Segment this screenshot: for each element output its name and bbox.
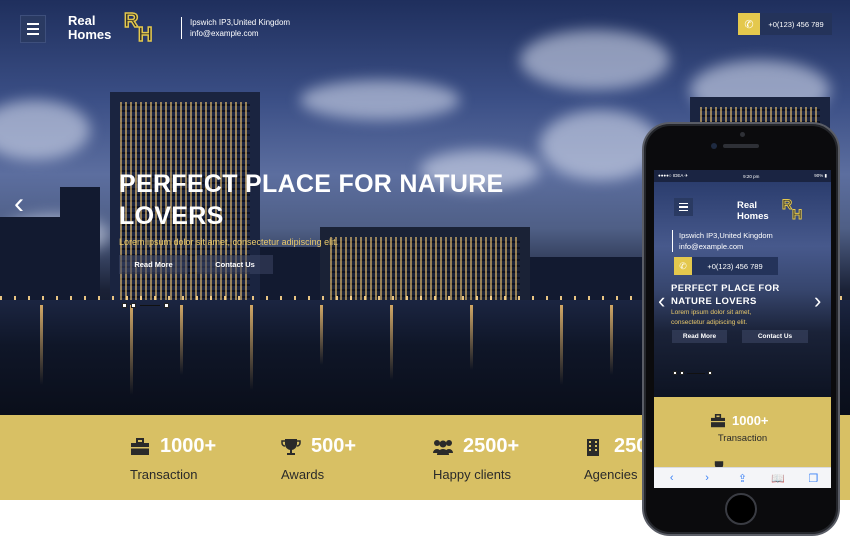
mobile-read-more-button[interactable]: Read More [672,330,727,343]
back-icon[interactable]: ‹ [662,472,682,484]
stat-label: Transaction [130,467,198,482]
briefcase-icon [131,438,149,455]
mobile-next-arrow-icon[interactable]: › [814,290,821,312]
brand-name[interactable]: Real Homes [68,14,111,42]
cloud [300,80,460,120]
browser-toolbar: ‹ › ⇪ 📖 ❐ [654,467,831,488]
address-text: Ipswich IP3,United Kingdom [679,231,773,240]
stat-label: Agencies [584,467,638,482]
tabs-icon[interactable]: ❐ [803,472,823,485]
sensor-dot [740,132,745,137]
stat-value: 2500+ [463,435,520,457]
bookmarks-icon[interactable]: 📖 [768,472,788,485]
contact-info: Ipswich IP3,United Kingdom info@example.… [181,17,290,39]
phone-number: +0(123) 456 789 [692,257,778,275]
home-button[interactable] [725,493,757,525]
contact-us-button[interactable]: Contact Us [197,255,273,274]
stat-value: 1000+ [160,435,217,457]
mobile-hero-title: PERFECT PLACE FOR NATURE LOVERS [671,283,780,307]
stat-value: 1000+ [732,413,769,428]
slider-progress [687,372,705,374]
slider-dot[interactable] [680,371,684,375]
mobile-hero-subtitle: Lorem ipsum dolor sit amet, consectetur … [671,309,752,326]
mobile-slider-pagination [673,371,715,375]
share-icon[interactable]: ⇪ [732,472,752,485]
forward-icon[interactable]: › [697,472,717,484]
front-camera-icon [711,143,717,149]
cloud [0,100,90,160]
phone-icon: ✆ [738,13,760,35]
mobile-brand-name[interactable]: Real Homes [737,200,769,222]
slider-dot[interactable] [673,371,677,375]
cloud [520,30,670,90]
slider-dot[interactable] [708,371,712,375]
brand-line1: Real [737,200,758,211]
brand-line2: Homes [737,211,769,222]
mobile-contact-us-button[interactable]: Contact Us [742,330,808,343]
mobile-contact-info: Ipswich IP3,United Kingdom info@example.… [672,230,773,252]
phone-button[interactable]: ✆ +0(123) 456 789 [738,13,832,35]
building-icon [587,439,599,456]
brand-line1: Real [68,13,96,28]
phone-number: +0(123) 456 789 [760,13,832,35]
email-text[interactable]: info@example.com [679,241,773,252]
slider-dot[interactable] [131,303,136,308]
hero-subtitle: Lorem ipsum dolor sit amet, consectetur … [119,237,339,247]
phone-mockup: ●●●●○ IDEA ✈ 9:20 pm 90% ▮ Real Homes R … [642,122,840,536]
mobile-menu-button[interactable] [674,198,693,216]
slider-dot[interactable] [122,303,127,308]
stat-label: Transaction [717,433,768,444]
status-time: 9:20 pm [743,173,760,179]
phone-icon: ✆ [674,257,692,275]
stat-value: 500+ [311,435,357,457]
trophy-icon [281,439,301,455]
carrier-text: ●●●●○ IDEA ✈ [658,173,689,178]
mobile-stats: 1000+ Transaction [654,397,831,468]
stat-label: Happy clients [433,467,512,482]
prev-arrow-icon[interactable]: ‹ [14,189,24,219]
briefcase-icon [711,414,725,428]
menu-button[interactable] [20,15,46,43]
mobile-logo-icon[interactable]: R H [781,196,806,223]
address-text: Ipswich IP3,United Kingdom [190,18,291,27]
email-text[interactable]: info@example.com [190,28,290,39]
stat-label: Awards [281,467,325,482]
mobile-hero: Real Homes R H Ipswich IP3,United Kingdo… [654,182,831,397]
slider-dot[interactable] [164,303,169,308]
phone-screen: ●●●●○ IDEA ✈ 9:20 pm 90% ▮ Real Homes R … [654,170,831,488]
mobile-phone-button[interactable]: ✆ +0(123) 456 789 [674,257,778,275]
slider-progress [140,305,160,306]
brand-line2: Homes [68,27,112,42]
speaker-grille [723,144,759,148]
status-bar: ●●●●○ IDEA ✈ 9:20 pm 90% ▮ [654,170,831,182]
slider-pagination [122,303,173,308]
battery-text: 90% ▮ [814,173,827,178]
users-icon [433,440,453,455]
mobile-prev-arrow-icon[interactable]: ‹ [658,290,665,312]
read-more-button[interactable]: Read More [119,255,188,274]
logo-icon[interactable]: R H [123,9,158,47]
hero-title: PERFECT PLACE FOR NATURE LOVERS [119,170,504,230]
